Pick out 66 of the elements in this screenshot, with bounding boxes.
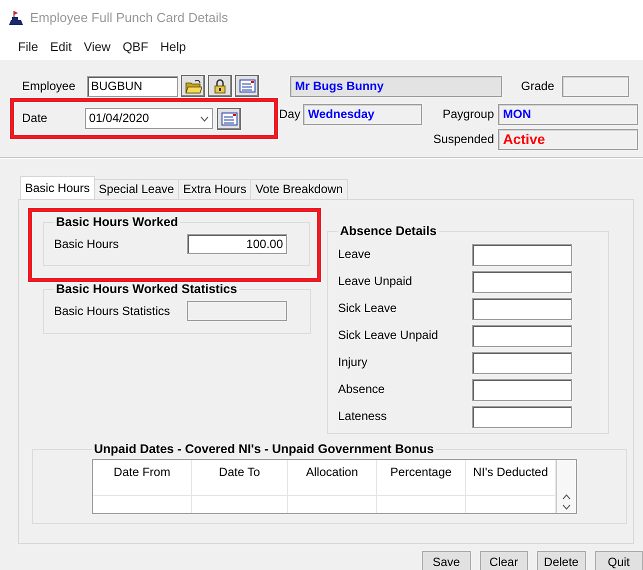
folder-icon xyxy=(184,78,202,94)
action-button[interactable]: Save xyxy=(422,551,470,570)
absence-field[interactable] xyxy=(472,378,572,400)
column-header: Percentage xyxy=(377,460,466,495)
field-label: Basic Hours xyxy=(54,236,120,252)
field-label: Paygroup xyxy=(442,106,495,122)
day-field: Wednesday xyxy=(303,104,422,124)
tab[interactable]: Vote Breakdown xyxy=(251,179,348,199)
window-title: Employee Full Punch Card Details xyxy=(30,10,228,26)
column-header: Date From xyxy=(93,460,192,495)
tab[interactable]: Extra Hours xyxy=(179,179,252,199)
field-label: Leave Unpaid xyxy=(338,274,414,289)
group-title: Basic Hours Worked Statistics xyxy=(55,282,238,297)
group-title: Unpaid Dates - Covered NI's - Unpaid Government Bonus xyxy=(93,442,435,457)
field-label: Date xyxy=(22,111,48,126)
field-label: Injury xyxy=(338,355,368,370)
absence-field[interactable] xyxy=(472,298,572,320)
flag-icon xyxy=(8,10,24,26)
absence-field[interactable] xyxy=(472,406,572,428)
name-field: Mr Bugs Bunny xyxy=(290,76,502,96)
grade-field xyxy=(562,76,629,96)
padlock-icon xyxy=(212,78,228,94)
action-button[interactable]: Clear xyxy=(480,551,528,570)
menu-item[interactable]: View xyxy=(78,40,117,60)
scroll-up-button[interactable] xyxy=(562,494,571,500)
date-dropdown[interactable]: 01/04/2020 xyxy=(85,108,213,129)
field-label: Day xyxy=(279,106,301,122)
menu-item[interactable]: QBF xyxy=(116,40,154,60)
absence-field[interactable] xyxy=(472,270,572,292)
action-button[interactable]: Delete xyxy=(537,551,586,570)
hours-field[interactable]: 100.00 xyxy=(187,234,287,254)
column-header: Allocation xyxy=(288,460,377,495)
field-label: Sick Leave Unpaid xyxy=(338,328,440,343)
menu-item[interactable]: Help xyxy=(154,40,192,60)
group-title: Absence Details xyxy=(339,224,438,239)
field-label: Employee xyxy=(22,78,76,94)
chevron-up-icon xyxy=(562,494,571,500)
form-icon xyxy=(220,110,238,126)
absence-field[interactable] xyxy=(472,352,572,374)
tab[interactable]: Special Leave xyxy=(94,179,180,199)
folder-button[interactable] xyxy=(181,75,205,97)
field-label: Basic Hours Statistics xyxy=(54,304,172,318)
field-label: Sick Leave xyxy=(338,301,398,316)
field-label: Lateness xyxy=(338,409,388,424)
tab[interactable]: Basic Hours xyxy=(20,176,95,199)
field-label: Grade xyxy=(521,78,556,94)
action-button[interactable]: Quit xyxy=(594,551,643,570)
column-header: Date To xyxy=(192,460,288,495)
absence-field[interactable] xyxy=(472,244,572,266)
chevron-down-icon xyxy=(200,116,209,122)
menu-item[interactable]: Edit xyxy=(44,40,78,60)
menu-item[interactable]: File xyxy=(12,40,44,60)
field-label: Suspended xyxy=(432,132,495,146)
group-title: Basic Hours Worked xyxy=(55,215,180,230)
absence-field[interactable] xyxy=(472,324,572,346)
chevron-down-icon xyxy=(562,504,571,510)
employee-field[interactable]: BUGBUN xyxy=(87,76,178,96)
field-label: Absence xyxy=(338,382,386,397)
scroll-down-button[interactable] xyxy=(562,504,571,510)
padlock-button[interactable] xyxy=(208,75,232,97)
field-label: Leave xyxy=(338,247,372,262)
form-icon xyxy=(238,78,256,94)
form-button[interactable] xyxy=(235,75,259,97)
paygroup-field: MON xyxy=(498,104,638,124)
status-field: Active xyxy=(498,128,638,150)
form-button[interactable] xyxy=(217,108,241,130)
